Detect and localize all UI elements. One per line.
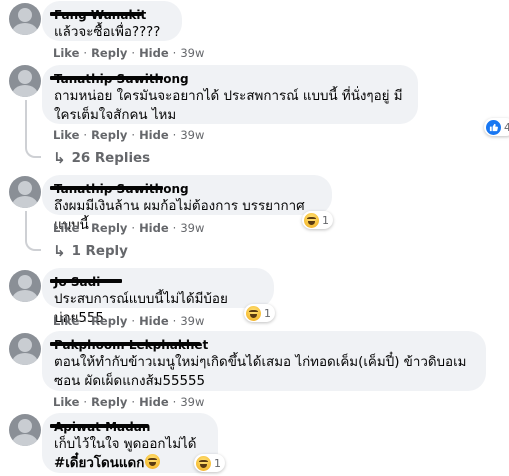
thread-curve bbox=[25, 237, 41, 251]
comment-actions: Like · Reply · Hide · 39w bbox=[53, 314, 205, 328]
comment-author[interactable]: Fang Wanakit bbox=[50, 7, 170, 23]
comment-actions: Like · Reply · Hide · 39w bbox=[53, 395, 205, 409]
redaction-bar bbox=[50, 12, 142, 16]
like-icon bbox=[486, 119, 501, 135]
haha-icon bbox=[304, 212, 319, 228]
reply-arrow-icon: ↳ bbox=[53, 242, 66, 260]
reaction-count: 1 bbox=[264, 306, 271, 320]
view-replies-link[interactable]: ↳ 1 Reply bbox=[53, 242, 128, 260]
hide-button[interactable]: Hide bbox=[139, 221, 169, 235]
comment-time[interactable]: 39w bbox=[180, 46, 204, 60]
like-button[interactable]: Like bbox=[53, 395, 79, 409]
redaction-bar bbox=[50, 424, 148, 428]
comment-author[interactable]: Tanathip Suwithong bbox=[50, 181, 320, 197]
comment-time[interactable]: 39w bbox=[180, 314, 204, 328]
avatar[interactable] bbox=[9, 333, 41, 365]
reaction-badge[interactable]: 1 bbox=[302, 211, 333, 229]
reply-button[interactable]: Reply bbox=[91, 395, 127, 409]
avatar[interactable] bbox=[9, 3, 41, 35]
reaction-count: 1 bbox=[322, 213, 329, 227]
reply-button[interactable]: Reply bbox=[91, 314, 127, 328]
thread-line bbox=[25, 100, 27, 146]
redaction-bar bbox=[50, 186, 163, 190]
avatar[interactable] bbox=[9, 65, 41, 97]
comment-time[interactable]: 39w bbox=[180, 128, 204, 142]
comment-bubble: Jo Sadi ประสบการณ์แบบนี้ไม่ได้มีบ้อยบ่อย… bbox=[42, 268, 274, 326]
hide-button[interactable]: Hide bbox=[139, 128, 169, 142]
like-button[interactable]: Like bbox=[53, 128, 79, 142]
redaction-bar bbox=[50, 342, 200, 346]
comment-author[interactable]: Jo Sadi bbox=[50, 274, 262, 290]
comment-text: ถามหน่อย ใครมันจะอยากได้ ประสพการณ์ แบบน… bbox=[54, 89, 403, 123]
reaction-badge[interactable]: 1 bbox=[244, 304, 275, 322]
hide-button[interactable]: Hide bbox=[139, 46, 169, 60]
reaction-count: 4 bbox=[504, 120, 509, 134]
comment-bubble: Tanathip Suwithong ถามหน่อย ใครมันจะอยาก… bbox=[42, 65, 418, 124]
reply-button[interactable]: Reply bbox=[91, 128, 127, 142]
avatar[interactable] bbox=[9, 270, 41, 302]
comment-author[interactable]: Apiwat Madan bbox=[50, 419, 206, 435]
comment-text: เก็บไว้ในใจ พูดออกไม่ได้ bbox=[54, 437, 197, 452]
comment-bubble: Tanathip Suwithong ถึงผมมีเงินล้าน ผมก้อ… bbox=[42, 175, 332, 233]
like-button[interactable]: Like bbox=[53, 46, 79, 60]
avatar[interactable] bbox=[9, 414, 41, 446]
comment-bubble: Pakphoom Lekphakhet ตอนให้ทำกับข้าวเมนูใ… bbox=[42, 331, 486, 391]
comment-time[interactable]: 39w bbox=[180, 221, 204, 235]
reply-button[interactable]: Reply bbox=[91, 46, 127, 60]
comment-actions: Like · Reply · Hide · 39w bbox=[53, 46, 205, 60]
thread-curve bbox=[25, 144, 41, 158]
haha-icon bbox=[196, 455, 211, 471]
reaction-count: 1 bbox=[214, 456, 221, 470]
comment-time[interactable]: 39w bbox=[180, 395, 204, 409]
reply-button[interactable]: Reply bbox=[91, 221, 127, 235]
reaction-badge[interactable]: 4 bbox=[484, 118, 509, 136]
avatar[interactable] bbox=[9, 176, 41, 208]
comment-text: แล้วจะซื้อเพื่อ???? bbox=[54, 25, 161, 40]
hide-button[interactable]: Hide bbox=[139, 314, 169, 328]
reaction-badge[interactable]: 1 bbox=[194, 454, 225, 472]
comment-bubble: Fang Wanakit แล้วจะซื้อเพื่อ???? bbox=[42, 1, 182, 41]
comment-author[interactable]: Pakphoom Lekphakhet bbox=[50, 337, 474, 353]
comment-actions: Like · Reply · Hide · 39w bbox=[53, 128, 205, 142]
like-button[interactable]: Like bbox=[53, 314, 79, 328]
replies-count: 1 Reply bbox=[71, 243, 128, 259]
comment-author[interactable]: Tanathip Suwithong bbox=[50, 71, 406, 87]
thread-line bbox=[25, 211, 27, 239]
view-replies-link[interactable]: ↳ 26 Replies bbox=[53, 149, 150, 167]
redaction-bar bbox=[50, 279, 122, 283]
replies-count: 26 Replies bbox=[71, 150, 151, 166]
like-button[interactable]: Like bbox=[53, 221, 79, 235]
reply-arrow-icon: ↳ bbox=[53, 149, 66, 167]
hide-button[interactable]: Hide bbox=[139, 395, 169, 409]
comment-bubble: Apiwat Madan เก็บไว้ในใจ พูดออกไม่ได้ #เ… bbox=[42, 413, 218, 473]
comment-actions: Like · Reply · Hide · 39w bbox=[53, 221, 205, 235]
hashtag-link[interactable]: #เดี๋ยวโดนแดก bbox=[54, 454, 206, 473]
redaction-bar bbox=[50, 76, 163, 80]
haha-icon bbox=[246, 305, 261, 321]
comment-text: ตอนให้ทำกับข้าวเมนูใหม่ๆเกิดขึ้นได้เสมอ … bbox=[54, 355, 467, 389]
haha-emoji-icon bbox=[145, 454, 161, 469]
